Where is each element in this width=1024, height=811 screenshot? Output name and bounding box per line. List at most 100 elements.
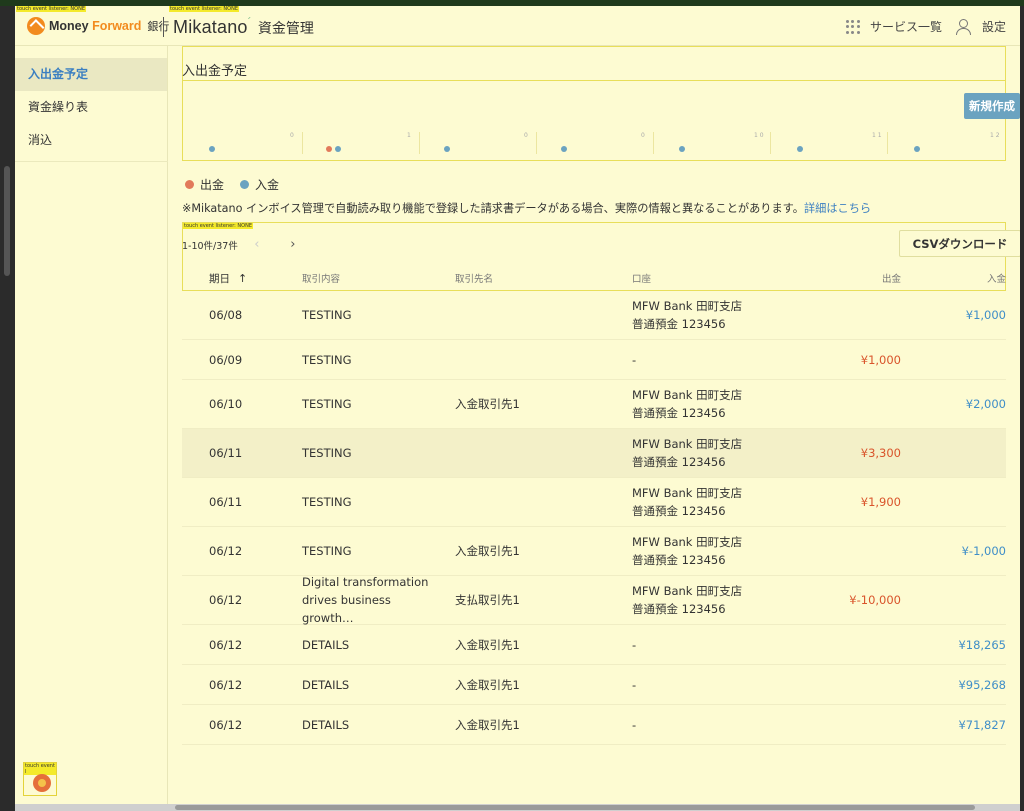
cell-account: MFW Bank 田町支店 普通預金 123456 [632, 584, 743, 616]
brand-name: Money Forward [49, 19, 142, 33]
cell-content: Digital transformation drives business g… [302, 575, 429, 625]
cell-in: ¥71,827 [958, 717, 1006, 732]
sidebar-item-cashflow[interactable]: 資金繰り表 [15, 91, 167, 124]
details-link[interactable]: 詳細はこちら [804, 202, 871, 215]
new-create-button[interactable]: 新規作成 [964, 93, 1020, 119]
table-row[interactable]: 06/12 DETAILS 入金取引先1 - ¥71,827 [182, 705, 1006, 745]
brand-bank-label: 銀行 [147, 20, 170, 33]
table-row[interactable]: 06/12 TESTING 入金取引先1 MFW Bank 田町支店 普通預金 1… [182, 527, 1006, 576]
app-header: touch event listener: NONE touch event l… [15, 6, 1020, 46]
column-out: 出金 [881, 274, 901, 285]
sidebar-item-reconcile[interactable]: 消込 [15, 124, 167, 157]
horizontal-scrollbar[interactable] [175, 805, 975, 810]
timeline-label: 0 [524, 132, 528, 139]
settings-link[interactable]: 設定 [982, 18, 1006, 35]
services-link[interactable]: サービス一覧 [870, 18, 942, 35]
main-content: 入出金予定 新規作成 0 1 0 0 1 0 1 1 1 2 出金 入金 ※Mi… [182, 46, 1020, 804]
notice-text: ※Mikatano インボイス管理で自動読み取り機能で登録した請求書データがある… [182, 202, 872, 215]
timeline-label: 0 [641, 132, 645, 139]
next-page-icon[interactable]: › [286, 237, 300, 252]
table-row[interactable]: 06/11 TESTING MFW Bank 田町支店 普通預金 123456 ¥… [182, 478, 1006, 527]
cell-content: TESTING [302, 495, 352, 509]
timeline-label: 1 2 [990, 132, 1000, 139]
cell-date: 06/12 [209, 637, 243, 652]
cell-date: 06/12 [209, 544, 243, 558]
cell-account: MFW Bank 田町支店 普通預金 123456 [632, 388, 743, 420]
money-forward-mark-icon [27, 17, 45, 35]
prev-page-icon[interactable]: ‹ [250, 237, 264, 252]
cell-in: ¥-1,000 [961, 544, 1006, 558]
cell-content: TESTING [302, 544, 352, 558]
sidebar-bottom-widget[interactable]: touch event l [23, 762, 57, 796]
column-date[interactable]: 期日 ↑ [209, 271, 247, 286]
table-row[interactable]: 06/09 TESTING - ¥1,000 [182, 340, 1006, 380]
timeline-label: 1 0 [754, 132, 764, 139]
cell-content: DETAILS [302, 717, 350, 732]
table-row[interactable]: 06/12 DETAILS 入金取引先1 - ¥18,265 [182, 625, 1006, 665]
income-marker[interactable] [335, 146, 341, 152]
timeline-tick [770, 132, 771, 154]
sidebar: 入出金予定 資金繰り表 消込 touch event l [15, 46, 168, 804]
cell-date: 06/11 [209, 495, 243, 509]
services-grid-icon[interactable] [845, 19, 860, 34]
table-row[interactable]: 06/08 TESTING MFW Bank 田町支店 普通預金 123456 ¥… [182, 291, 1006, 340]
cell-date: 06/12 [209, 717, 243, 732]
sort-up-icon[interactable]: ↑ [238, 272, 247, 285]
settings-user-icon[interactable] [955, 18, 972, 35]
mikatano-logo[interactable]: Mikatano´ 資金管理 [173, 15, 314, 38]
cell-account: MFW Bank 田町支店 普通預金 123456 [632, 486, 743, 518]
timeline-tick [302, 132, 303, 154]
csv-download-button[interactable]: CSVダウンロード [899, 230, 1020, 257]
cell-out: ¥1,900 [860, 495, 901, 509]
schedule-timeline[interactable]: 0 1 0 0 1 0 1 1 1 2 [182, 132, 1006, 154]
income-marker[interactable] [561, 146, 567, 152]
cell-account: - [632, 352, 637, 367]
cell-account: - [632, 637, 637, 652]
table-row[interactable]: 06/12 Digital transformation drives busi… [182, 575, 1006, 625]
debug-label: touch event listener: NONE [16, 6, 87, 12]
sidebar-divider [15, 161, 168, 162]
table-row[interactable]: 06/11 TESTING MFW Bank 田町支店 普通預金 123456 ¥… [182, 429, 1006, 478]
cell-account: MFW Bank 田町支店 普通預金 123456 [632, 535, 743, 567]
income-marker[interactable] [444, 146, 450, 152]
header-actions: サービス一覧 設定 [845, 18, 1006, 35]
right-edge [1020, 6, 1024, 811]
income-marker[interactable] [797, 146, 803, 152]
cell-account: - [632, 717, 637, 732]
cell-date: 06/12 [209, 593, 243, 607]
vertical-scrollbar[interactable] [4, 166, 10, 276]
money-forward-logo[interactable]: Money Forward 銀行 [27, 17, 169, 35]
cell-date: 06/09 [209, 352, 243, 367]
cell-date: 06/12 [209, 677, 243, 692]
cell-in: ¥2,000 [965, 397, 1006, 411]
debug-label: touch event listener: NONE [183, 223, 254, 229]
pagination-count: 1-10件/37件 [182, 240, 238, 252]
cell-partner: 入金取引先1 [455, 637, 520, 652]
cell-date: 06/08 [209, 308, 243, 322]
legend: 出金 入金 [185, 176, 279, 193]
income-marker[interactable] [914, 146, 920, 152]
expense-marker[interactable] [326, 146, 332, 152]
logo-divider [163, 17, 164, 37]
table-row[interactable]: 06/10 TESTING 入金取引先1 MFW Bank 田町支店 普通預金 1… [182, 380, 1006, 429]
column-partner: 取引先名 [455, 274, 494, 285]
pagination: 1-10件/37件 ‹ › [182, 237, 300, 252]
income-marker[interactable] [679, 146, 685, 152]
cell-out: ¥-10,000 [849, 593, 901, 607]
column-in: 入金 [986, 274, 1006, 285]
table-row[interactable]: 06/12 DETAILS 入金取引先1 - ¥95,268 [182, 665, 1006, 705]
income-marker[interactable] [209, 146, 215, 152]
horizontal-scrollbar-track [15, 804, 1020, 811]
cell-content: DETAILS [302, 637, 350, 652]
cell-date: 06/11 [209, 446, 243, 460]
cell-in: ¥1,000 [965, 308, 1006, 322]
expense-dot-icon [185, 180, 194, 189]
cell-partner: 入金取引先1 [455, 717, 520, 732]
sidebar-item-schedule[interactable]: 入出金予定 [15, 58, 167, 91]
timeline-label: 0 [290, 132, 294, 139]
app-subtitle: 資金管理 [257, 21, 314, 37]
cell-account: MFW Bank 田町支店 普通預金 123456 [632, 437, 743, 469]
cell-partner: 入金取引先1 [455, 677, 520, 692]
cell-account: MFW Bank 田町支店 普通預金 123456 [632, 299, 743, 331]
cell-content: TESTING [302, 446, 352, 460]
